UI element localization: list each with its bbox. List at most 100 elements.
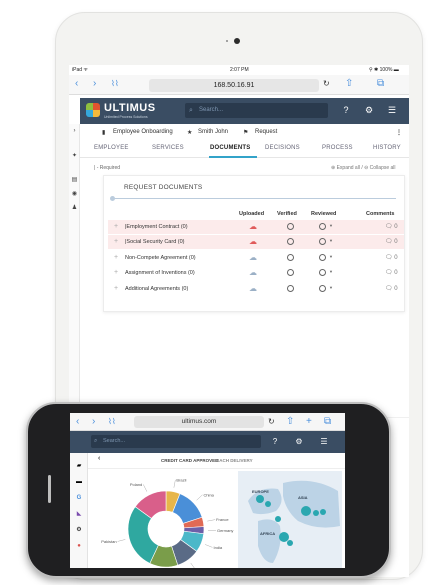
col-reviewed: Reviewed xyxy=(311,211,337,217)
verified-radio[interactable] xyxy=(287,269,294,276)
phone-help-icon[interactable]: ? xyxy=(269,436,281,448)
upload-cloud-icon[interactable]: ☁ xyxy=(249,253,257,263)
battery: ⚲ ✱ 100% ▬ xyxy=(369,67,399,73)
phone-rail-g-icon[interactable]: G xyxy=(73,493,85,503)
map-marker[interactable] xyxy=(313,510,319,516)
action-icon[interactable]: ✦ xyxy=(69,152,80,159)
phone-bookmarks-icon[interactable]: ⌇⌇ xyxy=(108,415,116,428)
chevron-down-icon[interactable]: ▼ xyxy=(329,223,333,228)
tab-process[interactable]: PROCESS xyxy=(322,145,353,151)
back-icon[interactable]: ‹ xyxy=(75,77,78,91)
search-input[interactable]: ⌕ Search... xyxy=(185,103,328,118)
url-field[interactable]: 168.50.16.91 xyxy=(149,79,319,92)
breadcrumb-person[interactable]: Smith John xyxy=(198,129,228,135)
expand-rail-icon[interactable]: › xyxy=(69,128,80,134)
expand-row-icon[interactable]: + xyxy=(114,269,118,277)
reviewed-radio[interactable] xyxy=(319,238,326,245)
world-map[interactable]: EUROPE ASIA AFRICA xyxy=(238,471,342,568)
more-icon[interactable]: ⋮ xyxy=(396,129,402,136)
map-marker[interactable] xyxy=(265,501,271,507)
status-time: 2:07 PM xyxy=(230,67,249,73)
tab-decisions[interactable]: DECISIONS xyxy=(265,145,300,151)
comment-icon[interactable]: 🗨 0 xyxy=(385,223,398,230)
upload-cloud-icon[interactable]: ☁ xyxy=(249,268,257,278)
reload-icon[interactable]: ↻ xyxy=(323,77,330,91)
chevron-down-icon[interactable]: ▼ xyxy=(329,254,333,259)
expand-collapse-link[interactable]: ⊕ Expand all / ⊖ Collapse all xyxy=(331,165,396,171)
map-marker[interactable] xyxy=(320,509,326,515)
menu-icon[interactable]: ☰ xyxy=(386,104,398,116)
reviewed-radio[interactable] xyxy=(319,285,326,292)
chevron-down-icon[interactable]: ▼ xyxy=(329,269,333,274)
verified-radio[interactable] xyxy=(287,238,294,245)
expand-row-icon[interactable]: + xyxy=(114,254,118,262)
phone-rail-folder-icon[interactable]: ▰ xyxy=(73,461,85,471)
phone-rail-settings-icon[interactable]: ⚙ xyxy=(73,525,85,535)
reviewed-radio[interactable] xyxy=(319,269,326,276)
breadcrumb-type[interactable]: Request xyxy=(255,129,277,135)
map-marker[interactable] xyxy=(279,532,289,542)
people-icon[interactable]: ♟ xyxy=(69,204,80,211)
forward-icon[interactable]: › xyxy=(93,77,96,91)
map-marker[interactable] xyxy=(256,495,264,503)
phone-url-field[interactable]: ultimus.com xyxy=(134,416,264,428)
breadcrumb-workflow[interactable]: Employee Onboarding xyxy=(113,129,173,135)
map-label-asia: ASIA xyxy=(298,495,308,500)
phone-gear-icon[interactable]: ⚙ xyxy=(293,436,305,448)
phone-back-icon[interactable]: ‹ xyxy=(76,415,79,428)
phone-menu-icon[interactable]: ☰ xyxy=(318,436,330,448)
upload-cloud-icon[interactable]: ☁ xyxy=(249,237,257,247)
tabs-icon[interactable]: ⧉ xyxy=(377,77,384,91)
tab-employee[interactable]: EMPLOYEE xyxy=(94,145,129,151)
phone-search-input[interactable]: ⌕ Search... xyxy=(91,435,261,448)
workflow-icon: ▮ xyxy=(102,130,106,136)
upload-cloud-icon[interactable]: ☁ xyxy=(249,284,257,294)
phone-back-arrow[interactable]: ‹ xyxy=(98,455,100,462)
phone-tabs-icon[interactable]: ⧉ xyxy=(324,415,331,428)
list-icon[interactable]: ▤ xyxy=(69,176,80,183)
phone-forward-icon[interactable]: › xyxy=(92,415,95,428)
phone-rail-chart-icon[interactable]: ◣ xyxy=(73,509,85,519)
expand-row-icon[interactable]: + xyxy=(114,238,118,246)
map-marker[interactable] xyxy=(275,516,281,522)
verified-radio[interactable] xyxy=(287,285,294,292)
eye-icon[interactable]: ◉ xyxy=(69,190,80,197)
phone-reload-icon[interactable]: ↻ xyxy=(268,415,275,428)
tab-documents[interactable]: DOCUMENTS xyxy=(210,145,250,151)
phone-search-placeholder: Search... xyxy=(103,438,126,444)
share-icon[interactable]: ⇧ xyxy=(345,77,353,91)
expand-row-icon[interactable]: + xyxy=(114,285,118,293)
document-row[interactable]: + Additional Agreements (0) ☁ ▼ 🗨 0 xyxy=(108,282,404,296)
gear-icon[interactable]: ⚙ xyxy=(363,104,375,116)
verified-radio[interactable] xyxy=(287,254,294,261)
document-row[interactable]: + Assignment of Inventions (0) ☁ ▼ 🗨 0 xyxy=(108,266,404,280)
bookmarks-icon[interactable]: ⌇⌇ xyxy=(111,77,119,91)
help-icon[interactable]: ? xyxy=(340,104,352,116)
phone-rail-alert-icon[interactable]: ● xyxy=(73,541,85,551)
map-marker[interactable] xyxy=(301,506,311,516)
phone-rail-file-icon[interactable]: ▬ xyxy=(73,477,85,487)
chevron-down-icon[interactable]: ▼ xyxy=(329,285,333,290)
reviewed-radio[interactable] xyxy=(319,254,326,261)
phone-tab-rach[interactable]: RACH DELIVERY xyxy=(216,458,253,463)
verified-radio[interactable] xyxy=(287,223,294,230)
document-row[interactable]: + Non-Compete Agreement (0) ☁ ▼ 🗨 0 xyxy=(108,251,404,265)
document-row[interactable]: + |Employment Contract (0) ☁ ▼ 🗨 0 xyxy=(108,220,404,234)
document-row[interactable]: + |Social Security Card (0) ☁ ▼ 🗨 0 xyxy=(108,235,404,249)
map-marker[interactable] xyxy=(287,540,293,546)
tab-history[interactable]: HISTORY xyxy=(373,145,401,151)
comment-icon[interactable]: 🗨 0 xyxy=(385,238,398,245)
comment-icon[interactable]: 🗨 0 xyxy=(385,269,398,276)
phone-tab-credit[interactable]: CREDIT CARD APPROVED xyxy=(161,458,218,463)
donut-leader-line xyxy=(143,484,148,492)
upload-cloud-icon[interactable]: ☁ xyxy=(249,222,257,232)
comment-icon[interactable]: 🗨 0 xyxy=(385,285,398,292)
expand-row-icon[interactable]: + xyxy=(114,223,118,231)
chevron-down-icon[interactable]: ▼ xyxy=(329,238,333,243)
phone-share-icon[interactable]: ⇧ xyxy=(286,415,294,428)
reviewed-radio[interactable] xyxy=(319,223,326,230)
phone-add-tab-icon[interactable]: + xyxy=(306,415,312,428)
col-verified: Verified xyxy=(277,211,297,217)
tab-services[interactable]: SERVICES xyxy=(152,145,184,151)
comment-icon[interactable]: 🗨 0 xyxy=(385,254,398,261)
